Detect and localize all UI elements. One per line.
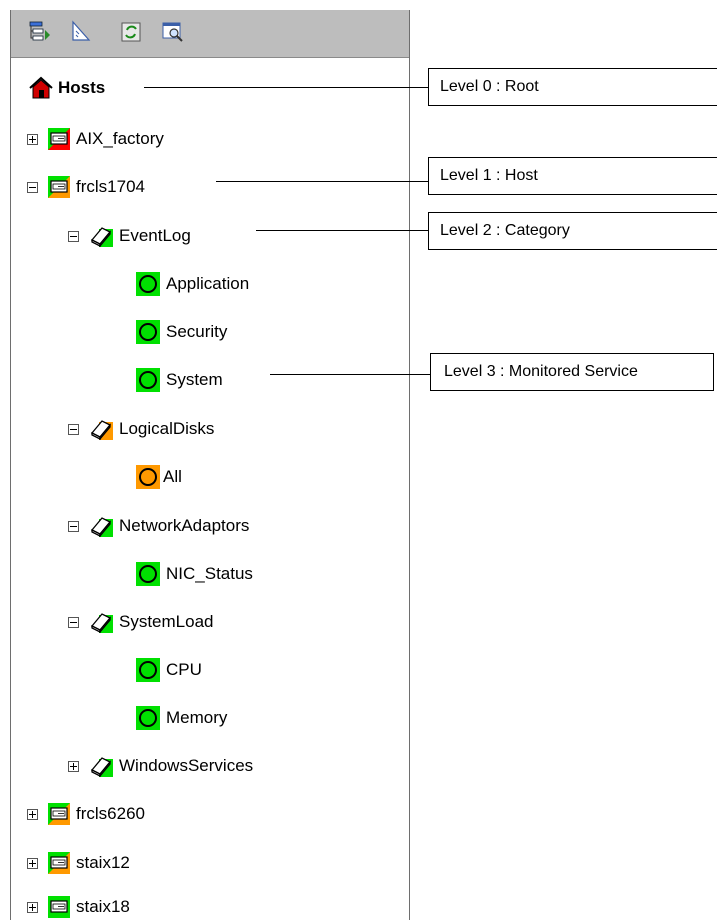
tree-host-staix12[interactable]: staix12	[27, 848, 130, 878]
callout-level-1: Level 1 : Host	[428, 157, 717, 195]
home-icon	[29, 76, 53, 99]
service-label: NIC_Status	[166, 564, 253, 583]
tree-service-application[interactable]: Application	[136, 269, 249, 299]
category-status-icon	[90, 517, 113, 537]
host-status-icon	[48, 852, 70, 874]
callout-level-0: Level 0 : Root	[428, 68, 717, 106]
host-status-icon	[48, 128, 70, 150]
category-label: WindowsServices	[119, 756, 254, 775]
callout-label: Level 0 : Root	[440, 78, 539, 95]
tree-category-windowsservices[interactable]: WindowsServices	[68, 751, 253, 781]
search-window-icon[interactable]	[161, 20, 185, 44]
tree-root-hosts[interactable]: Hosts	[28, 73, 105, 103]
tree-service-cpu[interactable]: CPU	[136, 655, 202, 685]
callout-connector-service	[270, 374, 430, 375]
callout-label: Level 3 : Monitored Service	[444, 363, 638, 380]
host-label: staix12	[76, 853, 130, 872]
collapse-icon[interactable]	[68, 423, 79, 435]
service-label: All	[163, 467, 182, 486]
expand-icon[interactable]	[27, 857, 38, 869]
refresh-icon[interactable]	[119, 20, 143, 44]
service-status-icon	[136, 320, 160, 344]
tree-panel: Hosts AIX_factory frcls1704 EventLog App…	[10, 10, 410, 920]
callout-connector-root	[144, 87, 428, 88]
category-status-icon	[90, 420, 113, 440]
host-status-icon	[48, 176, 70, 198]
category-status-icon	[90, 613, 113, 633]
service-status-icon	[136, 465, 160, 489]
tree-service-nic-status[interactable]: NIC_Status	[136, 559, 253, 589]
tree-host-frcls6260[interactable]: frcls6260	[27, 799, 145, 829]
host-label: AIX_factory	[76, 129, 164, 148]
service-status-icon	[136, 272, 160, 296]
expand-icon[interactable]	[27, 808, 38, 820]
callout-connector-category	[256, 230, 428, 231]
tree-category-eventlog[interactable]: EventLog	[68, 221, 191, 251]
tree-category-systemload[interactable]: SystemLoad	[68, 607, 214, 637]
expand-icon[interactable]	[27, 133, 38, 145]
service-status-icon	[136, 368, 160, 392]
ruler-icon[interactable]	[69, 20, 93, 44]
collapse-icon[interactable]	[27, 181, 38, 193]
tree-host-aix-factory[interactable]: AIX_factory	[27, 124, 164, 154]
service-label: Application	[166, 274, 250, 293]
service-label: System	[166, 370, 223, 389]
service-label: CPU	[166, 660, 202, 679]
tree-host-staix18[interactable]: staix18	[27, 892, 130, 922]
tree-service-system[interactable]: System	[136, 365, 223, 395]
tree-service-all[interactable]: All	[136, 462, 182, 492]
expand-icon[interactable]	[27, 901, 38, 913]
category-label: LogicalDisks	[119, 419, 215, 438]
collapse-icon[interactable]	[68, 520, 79, 532]
category-label: SystemLoad	[119, 612, 214, 631]
service-label: Memory	[166, 708, 228, 727]
callout-level-3: Level 3 : Monitored Service	[430, 353, 714, 391]
service-status-icon	[136, 562, 160, 586]
service-label: Security	[166, 322, 228, 341]
service-status-icon	[136, 706, 160, 730]
category-status-icon	[90, 227, 113, 247]
callout-label: Level 2 : Category	[440, 222, 570, 239]
category-label: NetworkAdaptors	[119, 516, 250, 535]
collapse-icon[interactable]	[68, 230, 79, 242]
callout-connector-host	[216, 181, 428, 182]
tree-service-security[interactable]: Security	[136, 317, 227, 347]
host-label: staix18	[76, 897, 130, 916]
host-status-icon	[48, 896, 70, 918]
tree-root-label: Hosts	[58, 78, 106, 97]
callout-level-2: Level 2 : Category	[428, 212, 717, 250]
callout-label: Level 1 : Host	[440, 167, 538, 184]
tree-category-logicaldisks[interactable]: LogicalDisks	[68, 414, 214, 444]
host-label: frcls1704	[76, 177, 145, 196]
collapse-icon[interactable]	[68, 616, 79, 628]
tree-host-frcls1704[interactable]: frcls1704	[27, 172, 145, 202]
service-status-icon	[136, 658, 160, 682]
host-label: frcls6260	[76, 804, 145, 823]
tree-category-networkadaptors[interactable]: NetworkAdaptors	[68, 511, 249, 541]
category-status-icon	[90, 757, 113, 777]
expand-icon[interactable]	[68, 760, 79, 772]
category-label: EventLog	[119, 226, 191, 245]
toolbar	[11, 10, 409, 58]
tree-service-memory[interactable]: Memory	[136, 703, 227, 733]
host-status-icon	[48, 803, 70, 825]
tree-layout-icon[interactable]	[28, 20, 52, 44]
